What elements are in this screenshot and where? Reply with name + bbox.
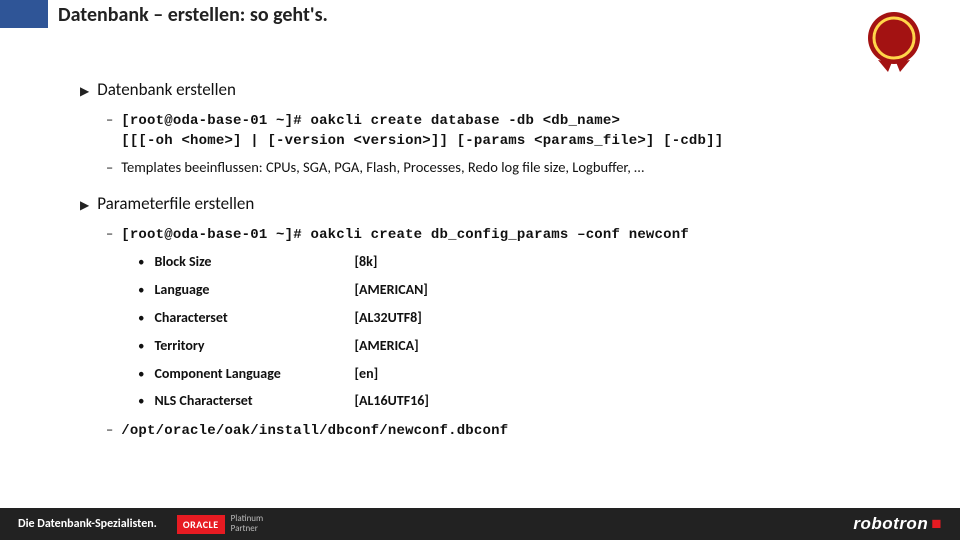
param-value: [8k] — [354, 252, 377, 272]
param-path: – /opt/oracle/oak/install/dbconf/newconf… — [106, 419, 920, 441]
templates-note-text: Templates beeinflussen: CPUs, SGA, PGA, … — [121, 157, 644, 178]
cmd-create-database: – [root@oda-base-01 ~]# oakcli create da… — [106, 109, 920, 152]
dash-bullet-icon: – — [106, 419, 113, 440]
dash-bullet-icon: – — [106, 157, 113, 178]
param-value: [AMERICA] — [354, 336, 418, 356]
params-table: • Block Size [8k] • Language [AMERICAN] … — [138, 252, 920, 412]
slide: Datenbank – erstellen: so geht's. ▶ Date… — [0, 0, 960, 540]
section-heading-db-create: ▶ Datenbank erstellen — [80, 78, 920, 103]
footer-bar: Die Datenbank-Spezialisten. ORACLE Plati… — [0, 508, 960, 540]
dot-bullet-icon: • — [138, 254, 144, 273]
robotron-square-icon: ■ — [931, 514, 942, 533]
param-name: Characterset — [154, 308, 354, 328]
partner-badge-icon — [858, 6, 930, 83]
param-row: • NLS Characterset [AL16UTF16] — [138, 391, 920, 412]
param-name: Component Language — [154, 364, 354, 384]
dot-bullet-icon: • — [138, 338, 144, 357]
oracle-wordmark: ORACLE — [177, 515, 225, 534]
footer-tagline: Die Datenbank-Spezialisten. — [18, 517, 157, 531]
dash-bullet-icon: – — [106, 223, 113, 244]
dot-bullet-icon: • — [138, 366, 144, 385]
title-row: Datenbank – erstellen: so geht's. — [0, 0, 960, 48]
param-name: Block Size — [154, 252, 354, 272]
param-value: [AL32UTF8] — [354, 308, 421, 328]
param-row: • Characterset [AL32UTF8] — [138, 308, 920, 329]
oracle-tier-text: Platinum Partner — [231, 514, 264, 534]
oracle-partner-logo: ORACLE Platinum Partner — [177, 514, 263, 534]
dot-bullet-icon: • — [138, 310, 144, 329]
cmd-line-2: [[[-oh <home>] | [-version <version>]] [… — [121, 131, 723, 151]
dot-bullet-icon: • — [138, 282, 144, 301]
heading-text: Datenbank erstellen — [97, 78, 236, 103]
page-title: Datenbank – erstellen: so geht's. — [48, 0, 328, 27]
dot-bullet-icon: • — [138, 393, 144, 412]
robotron-wordmark: robotron — [853, 514, 928, 533]
param-name: Territory — [154, 336, 354, 356]
param-name: NLS Characterset — [154, 391, 354, 411]
heading-text: Parameterfile erstellen — [97, 192, 254, 217]
param-row: • Territory [AMERICA] — [138, 336, 920, 357]
param-value: [AL16UTF16] — [354, 391, 428, 411]
templates-note: – Templates beeinflussen: CPUs, SGA, PGA… — [106, 157, 920, 178]
cmd-text: [root@oda-base-01 ~]# oakcli create db_c… — [121, 225, 689, 245]
param-value: [AMERICAN] — [354, 280, 427, 300]
param-value: [en] — [354, 364, 378, 384]
triangle-bullet-icon: ▶ — [80, 198, 89, 215]
triangle-bullet-icon: ▶ — [80, 84, 89, 101]
title-accent-block — [0, 0, 48, 28]
param-name: Language — [154, 280, 354, 300]
robotron-logo: robotron■ — [853, 514, 942, 534]
cmd-create-paramfile: – [root@oda-base-01 ~]# oakcli create db… — [106, 223, 920, 245]
oracle-tier-line2: Partner — [231, 524, 264, 534]
param-row: • Component Language [en] — [138, 364, 920, 385]
cmd-line-1: [root@oda-base-01 ~]# oakcli create data… — [121, 111, 723, 131]
section-heading-paramfile: ▶ Parameterfile erstellen — [80, 192, 920, 217]
param-path-text: /opt/oracle/oak/install/dbconf/newconf.d… — [121, 421, 508, 441]
param-row: • Block Size [8k] — [138, 252, 920, 273]
content-area: ▶ Datenbank erstellen – [root@oda-base-0… — [0, 48, 960, 442]
param-row: • Language [AMERICAN] — [138, 280, 920, 301]
dash-bullet-icon: – — [106, 109, 113, 130]
